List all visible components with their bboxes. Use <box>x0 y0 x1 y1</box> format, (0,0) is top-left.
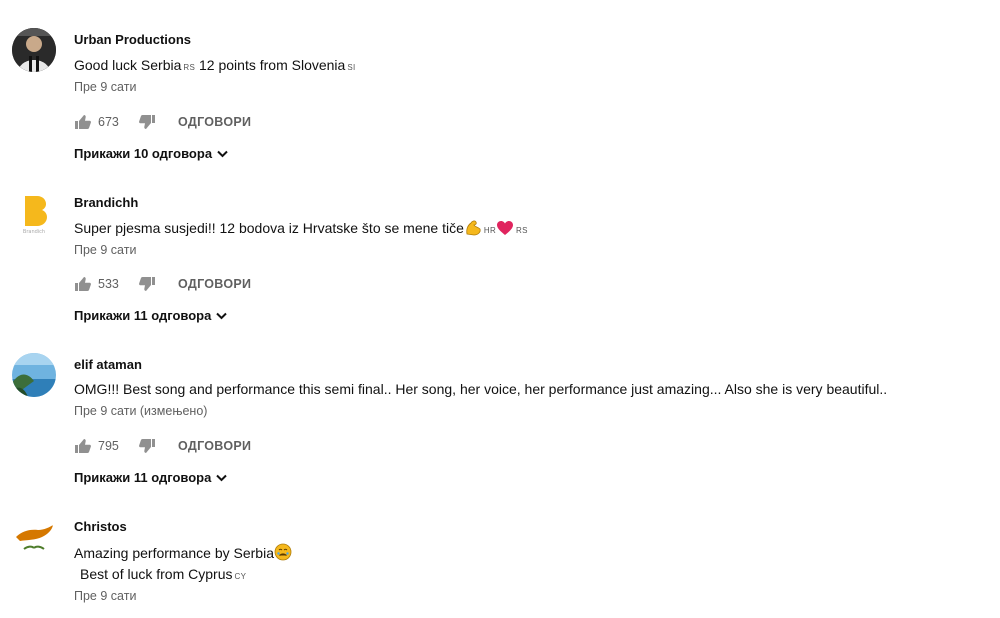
comment-timestamp[interactable]: Пре 9 сати <box>74 589 136 603</box>
flag-code: CY <box>234 572 247 581</box>
comment-item: Christos Amazing performance by Serbia B… <box>0 0 1000 618</box>
avatar[interactable] <box>12 515 56 559</box>
comment-text: Amazing performance by Serbia <box>74 543 292 561</box>
comment-author[interactable]: Christos <box>74 519 127 534</box>
crying-face-emoji-icon <box>274 543 292 561</box>
comment-text-line-2: Best of luck from Cyprus CY <box>80 566 246 582</box>
cyprus-flag-icon <box>12 515 56 559</box>
comment-text-part: Amazing performance by Serbia <box>74 545 274 561</box>
comment-text-part: Best of luck from Cyprus <box>80 566 233 582</box>
